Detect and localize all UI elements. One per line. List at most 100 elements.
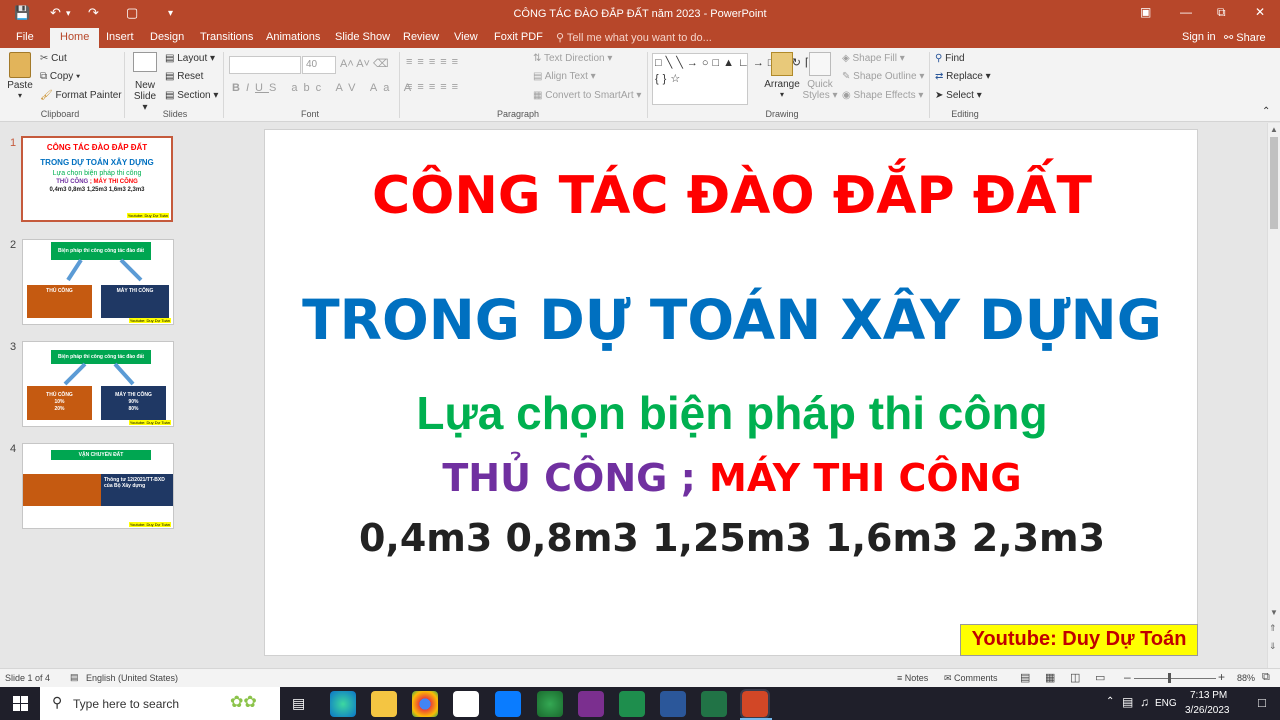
new-slide-button[interactable]: New Slide ▾ [130, 52, 160, 113]
list-indent-icons[interactable]: ≡≡≡≡≡ [406, 56, 463, 68]
alignment-icons[interactable]: ≡≡≡≡≡ [406, 81, 463, 93]
font-grow-shrink-icons[interactable]: A˄ A˅ ⌫ [340, 57, 389, 70]
scroll-up-icon[interactable]: ▲ [1270, 125, 1278, 134]
copy-button[interactable]: ⧉ Copy ▾ [40, 71, 80, 82]
network-icon[interactable]: ▤ [1122, 695, 1133, 709]
tab-design[interactable]: Design [150, 31, 184, 43]
font-size-box[interactable]: 40 [302, 56, 336, 74]
slide-sorter-icon[interactable]: ▦ [1045, 671, 1055, 684]
slide-method-types[interactable]: THỦ CÔNG ; MÁY THI CÔNG [265, 456, 1199, 500]
slide-title[interactable]: CÔNG TÁC ĐÀO ĐẮP ĐẤT [265, 166, 1199, 226]
previous-slide-icon[interactable]: ⇑ [1269, 623, 1277, 634]
zoom-level[interactable]: 88% [1237, 673, 1255, 683]
reset-button[interactable]: ▤ Reset [165, 71, 203, 82]
powerpoint-icon[interactable] [740, 689, 770, 719]
zalo-icon[interactable] [495, 691, 521, 717]
file-explorer-icon[interactable] [371, 691, 397, 717]
thumb-4-badge: Youtube: Duy Dự Toán [128, 522, 171, 527]
tab-foxit-pdf[interactable]: Foxit PDF [494, 31, 543, 43]
app-icon[interactable] [453, 691, 479, 717]
word-icon[interactable] [660, 691, 686, 717]
section-button[interactable]: ▤ Section ▾ [165, 90, 218, 101]
chrome-profile-icon[interactable] [537, 691, 563, 717]
shapes-gallery[interactable]: □╲╲→○□▲∟→□⇨↻⌈⌉{}☆ [652, 53, 818, 105]
tab-transitions[interactable]: Transitions [200, 31, 253, 43]
foxit-pdf-icon[interactable] [578, 691, 604, 717]
text-direction-button[interactable]: ⇅ Text Direction ▾ [533, 53, 612, 64]
share-button[interactable]: ⚯ Share [1224, 31, 1266, 44]
slide-thumbnail-2[interactable]: Biện pháp thi công công tác đào đất THỦ … [22, 239, 174, 325]
find-button[interactable]: ⚲ Find [935, 53, 965, 64]
scrollbar-thumb[interactable] [1270, 137, 1278, 229]
convert-smartart-button[interactable]: ▦ Convert to SmartArt ▾ [533, 90, 641, 101]
minimize-icon[interactable]: — [1180, 5, 1192, 19]
slide-thumbnail-1[interactable]: CÔNG TÁC ĐÀO ĐẮP ĐẤT TRONG DỰ TOÁN XÂY D… [21, 136, 173, 222]
tab-insert[interactable]: Insert [106, 31, 134, 43]
task-view-icon[interactable]: ▤ [292, 695, 305, 712]
thumb-1-title: CÔNG TÁC ĐÀO ĐẮP ĐẤT [46, 143, 148, 152]
excel-icon-2[interactable] [701, 691, 727, 717]
taskbar-search-box[interactable]: ⚲ Type here to search ✿✿ [40, 687, 280, 720]
tab-animations[interactable]: Animations [266, 31, 320, 43]
paste-button[interactable]: Paste ▾ [6, 52, 34, 100]
normal-view-icon[interactable]: ▤ [1020, 671, 1030, 684]
shape-fill-button[interactable]: ◈ Shape Fill ▾ [842, 53, 905, 64]
format-painter-button[interactable]: 🖌 Format Painter [40, 90, 122, 101]
close-icon[interactable]: ✕ [1255, 5, 1265, 19]
edge-icon[interactable] [330, 691, 356, 717]
zoom-slider[interactable] [1134, 678, 1216, 679]
scroll-down-icon[interactable]: ▼ [1270, 608, 1278, 617]
select-button[interactable]: ➤ Select ▾ [935, 90, 982, 101]
chrome-icon[interactable] [412, 691, 438, 717]
slide-thumbnail-3[interactable]: Biện pháp thi công công tác đào đất THỦ … [22, 341, 174, 427]
slide-bucket-sizes[interactable]: 0,4m3 0,8m3 1,25m3 1,6m3 2,3m3 [265, 516, 1199, 560]
zoom-slider-thumb[interactable] [1168, 673, 1171, 683]
font-name-box[interactable] [229, 56, 301, 74]
slide-method-line[interactable]: Lựa chọn biện pháp thi công [265, 386, 1199, 440]
sign-in-link[interactable]: Sign in [1182, 31, 1216, 43]
comments-button[interactable]: ✉ Comments [944, 673, 998, 684]
windows-start-icon[interactable] [13, 696, 29, 712]
youtube-badge[interactable]: Youtube: Duy Dự Toán [960, 624, 1198, 656]
zoom-out-icon[interactable]: – [1124, 670, 1131, 684]
align-text-button[interactable]: ▤ Align Text ▾ [533, 71, 596, 82]
tab-view[interactable]: View [454, 31, 478, 43]
spellcheck-icon[interactable]: ▤ [70, 672, 79, 683]
slideshow-view-icon[interactable]: ▭ [1095, 671, 1105, 684]
input-language[interactable]: ENG [1155, 698, 1177, 709]
clock-date[interactable]: 3/26/2023 [1185, 705, 1230, 716]
excel-icon-1[interactable] [619, 691, 645, 717]
notifications-icon[interactable]: □ [1258, 695, 1266, 710]
zoom-in-icon[interactable]: + [1218, 670, 1225, 684]
reading-view-icon[interactable]: ◫ [1070, 671, 1080, 684]
slide-subtitle[interactable]: TRONG DỰ TOÁN XÂY DỰNG [265, 288, 1199, 352]
shape-effects-button[interactable]: ◉ Shape Effects ▾ [842, 90, 923, 101]
next-slide-icon[interactable]: ⇓ [1269, 641, 1277, 652]
cut-button[interactable]: ✂ Cut [40, 53, 67, 64]
clock-time[interactable]: 7:13 PM [1190, 690, 1227, 701]
tab-home[interactable]: Home [50, 28, 100, 48]
tab-review[interactable]: Review [403, 31, 439, 43]
scissors-icon: ✂ [40, 53, 49, 64]
tell-me-search[interactable]: ⚲ Tell me what you want to do... [556, 31, 712, 44]
vertical-scrollbar[interactable]: ▲ ▼ ⇑ ⇓ [1267, 123, 1280, 668]
fit-to-window-icon[interactable]: ⧉ [1262, 671, 1270, 684]
shape-outline-button[interactable]: ✎ Shape Outline ▾ [842, 71, 924, 82]
tab-slide-show[interactable]: Slide Show [335, 31, 390, 43]
slide-thumbnail-4[interactable]: VẬN CHUYỂN ĐẤT Thông tư 12/2021/TT-BXD c… [22, 443, 174, 529]
notes-button[interactable]: ≡ Notes [897, 673, 928, 683]
layout-button[interactable]: ▤ Layout ▾ [165, 53, 215, 64]
quick-styles-button[interactable]: Quick Styles ▾ [802, 52, 838, 101]
divider [929, 52, 930, 118]
show-hidden-icons[interactable]: ⌃ [1106, 696, 1114, 707]
slide-canvas[interactable]: CÔNG TÁC ĐÀO ĐẮP ĐẤT TRONG DỰ TOÁN XÂY D… [264, 129, 1198, 656]
language-indicator[interactable]: English (United States) [86, 673, 178, 683]
arrange-button[interactable]: Arrange ▾ [762, 52, 802, 99]
restore-icon[interactable]: ⧉ [1217, 5, 1226, 20]
volume-icon[interactable]: ♫ [1140, 695, 1149, 709]
replace-button[interactable]: ⇄ Replace ▾ [935, 71, 991, 82]
collapse-ribbon-icon[interactable]: ⌃ [1262, 106, 1270, 117]
ribbon-display-options-icon[interactable]: ▣ [1140, 5, 1151, 19]
tab-file[interactable]: File [16, 31, 34, 43]
font-format-icons[interactable]: BIUS abc AV Aa A [232, 82, 417, 94]
